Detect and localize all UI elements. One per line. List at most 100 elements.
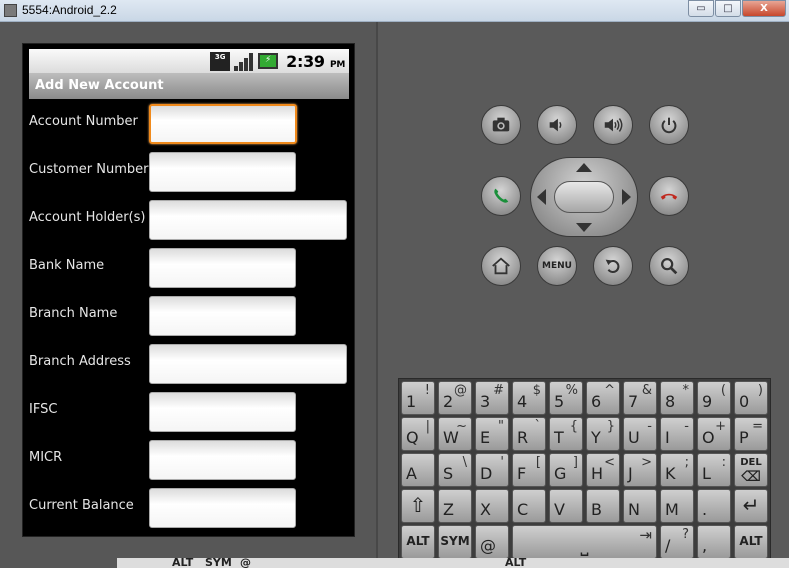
key-3[interactable]: 3 # <box>475 381 509 415</box>
form-row-branch-address: Branch Address <box>29 339 349 387</box>
key-1[interactable]: 1! <box>401 381 435 415</box>
key-g[interactable]: G] <box>549 453 583 487</box>
camera-button[interactable] <box>481 105 521 145</box>
volume-up-icon <box>604 118 623 132</box>
account-holders-input[interactable] <box>149 200 347 240</box>
key-s[interactable]: S \ <box>438 453 472 487</box>
key-f[interactable]: F[ <box>512 453 546 487</box>
bottom-at-label: @ <box>240 556 251 568</box>
key-5[interactable]: 5% <box>549 381 583 415</box>
key-i[interactable]: I- <box>660 417 694 451</box>
branch-address-input[interactable] <box>149 344 347 384</box>
current-balance-input[interactable] <box>149 488 296 528</box>
key-p[interactable]: P = <box>734 417 768 451</box>
dpad-center-button[interactable] <box>554 181 614 213</box>
comma-key[interactable]: , <box>697 525 731 559</box>
key-n[interactable]: N <box>623 489 657 523</box>
key-2[interactable]: 2 @ <box>438 381 472 415</box>
key-b[interactable]: B <box>586 489 620 523</box>
key-u[interactable]: U- <box>623 417 657 451</box>
back-button[interactable] <box>593 246 633 286</box>
form-row-micr: MICR <box>29 435 349 483</box>
customer-number-input[interactable] <box>149 152 296 192</box>
key-period[interactable]: . <box>697 489 731 523</box>
shift-key[interactable]: ⇧ <box>401 489 435 523</box>
key-k[interactable]: K; <box>660 453 694 487</box>
field-label: Account Number <box>29 114 138 129</box>
call-button[interactable] <box>481 176 521 216</box>
device-screen: 3G ⚡ 2:39 PM Add New Account Account Num… <box>22 43 355 537</box>
battery-charging-icon: ⚡ <box>258 53 279 69</box>
phone-call-icon <box>494 188 509 203</box>
key-d[interactable]: D ' <box>475 453 509 487</box>
space-icon: ⎵ <box>580 532 589 556</box>
space-key[interactable]: ⎵ ⇥ <box>512 525 657 559</box>
field-label: Account Holder(s) <box>29 210 146 225</box>
bank-name-input[interactable] <box>149 248 296 288</box>
field-label: Branch Name <box>29 306 118 321</box>
form-row-account-number: Account Number <box>29 99 349 147</box>
key-9[interactable]: 9( <box>697 381 731 415</box>
key-h[interactable]: H < <box>586 453 620 487</box>
key-a[interactable]: A <box>401 453 435 487</box>
clock-ampm: PM <box>330 59 345 70</box>
field-label: IFSC <box>29 402 58 417</box>
key-l[interactable]: L: <box>697 453 731 487</box>
dpad-right-arrow-icon[interactable] <box>622 189 631 205</box>
menu-button[interactable]: MENU <box>537 246 577 286</box>
slash-key[interactable]: /? <box>660 525 694 559</box>
key-c[interactable]: C <box>512 489 546 523</box>
end-call-button[interactable] <box>649 176 689 216</box>
key-q[interactable]: Q | <box>401 417 435 451</box>
key-7[interactable]: 7 & <box>623 381 657 415</box>
key-v[interactable]: V <box>549 489 583 523</box>
sym-key[interactable]: SYM <box>438 525 472 559</box>
emulator-body: 3G ⚡ 2:39 PM Add New Account Account Num… <box>0 22 789 568</box>
dpad-up-arrow-icon[interactable] <box>576 163 592 172</box>
dpad[interactable] <box>530 157 638 237</box>
key-t[interactable]: T{ <box>549 417 583 451</box>
branch-name-input[interactable] <box>149 296 296 336</box>
power-icon <box>661 117 677 134</box>
alt-key-left[interactable]: ALT <box>401 525 435 559</box>
micr-input[interactable] <box>149 440 296 480</box>
dpad-left-arrow-icon[interactable] <box>537 189 546 205</box>
form-row-account-holders: Account Holder(s) <box>29 195 349 243</box>
qwerty-keyboard: 1! 2 @ 3 # 4 $ 5% 6 ^ 7 & 8 * 9( 0) Q | W ~ E " R… <box>398 378 771 559</box>
close-button[interactable]: X <box>742 0 786 17</box>
key-e[interactable]: E " <box>475 417 509 451</box>
enter-key[interactable]: ↵ <box>734 489 768 523</box>
minimize-button[interactable]: ▭ <box>688 0 714 17</box>
key-8[interactable]: 8 * <box>660 381 694 415</box>
key-o[interactable]: O + <box>697 417 731 451</box>
key-0[interactable]: 0) <box>734 381 768 415</box>
account-number-input[interactable] <box>149 104 297 144</box>
search-button[interactable] <box>649 246 689 286</box>
key-z[interactable]: Z <box>438 489 472 523</box>
screen-panel: 3G ⚡ 2:39 PM Add New Account Account Num… <box>0 22 376 568</box>
at-key[interactable]: @ <box>475 525 509 559</box>
volume-up-button[interactable] <box>593 105 633 145</box>
key-r[interactable]: R ` <box>512 417 546 451</box>
key-w[interactable]: W ~ <box>438 417 472 451</box>
power-button[interactable] <box>649 105 689 145</box>
ifsc-input[interactable] <box>149 392 296 432</box>
maximize-button[interactable]: □ <box>715 0 741 17</box>
home-button[interactable] <box>481 246 521 286</box>
volume-down-button[interactable] <box>537 105 577 145</box>
key-6[interactable]: 6 ^ <box>586 381 620 415</box>
key-j[interactable]: J > <box>623 453 657 487</box>
status-time: 2:39 PM <box>286 52 345 71</box>
key-y[interactable]: Y} <box>586 417 620 451</box>
search-icon <box>661 258 678 275</box>
backspace-icon: ⌫ <box>741 469 761 485</box>
key-x[interactable]: X <box>475 489 509 523</box>
alt-key-right[interactable]: ALT <box>734 525 768 559</box>
delete-key[interactable]: DEL ⌫ <box>734 453 768 487</box>
field-label: Customer Number <box>29 162 149 177</box>
key-4[interactable]: 4 $ <box>512 381 546 415</box>
form-row-customer-number: Customer Number <box>29 147 349 195</box>
dpad-down-arrow-icon[interactable] <box>576 223 592 232</box>
field-label: Bank Name <box>29 258 105 273</box>
key-m[interactable]: M <box>660 489 694 523</box>
